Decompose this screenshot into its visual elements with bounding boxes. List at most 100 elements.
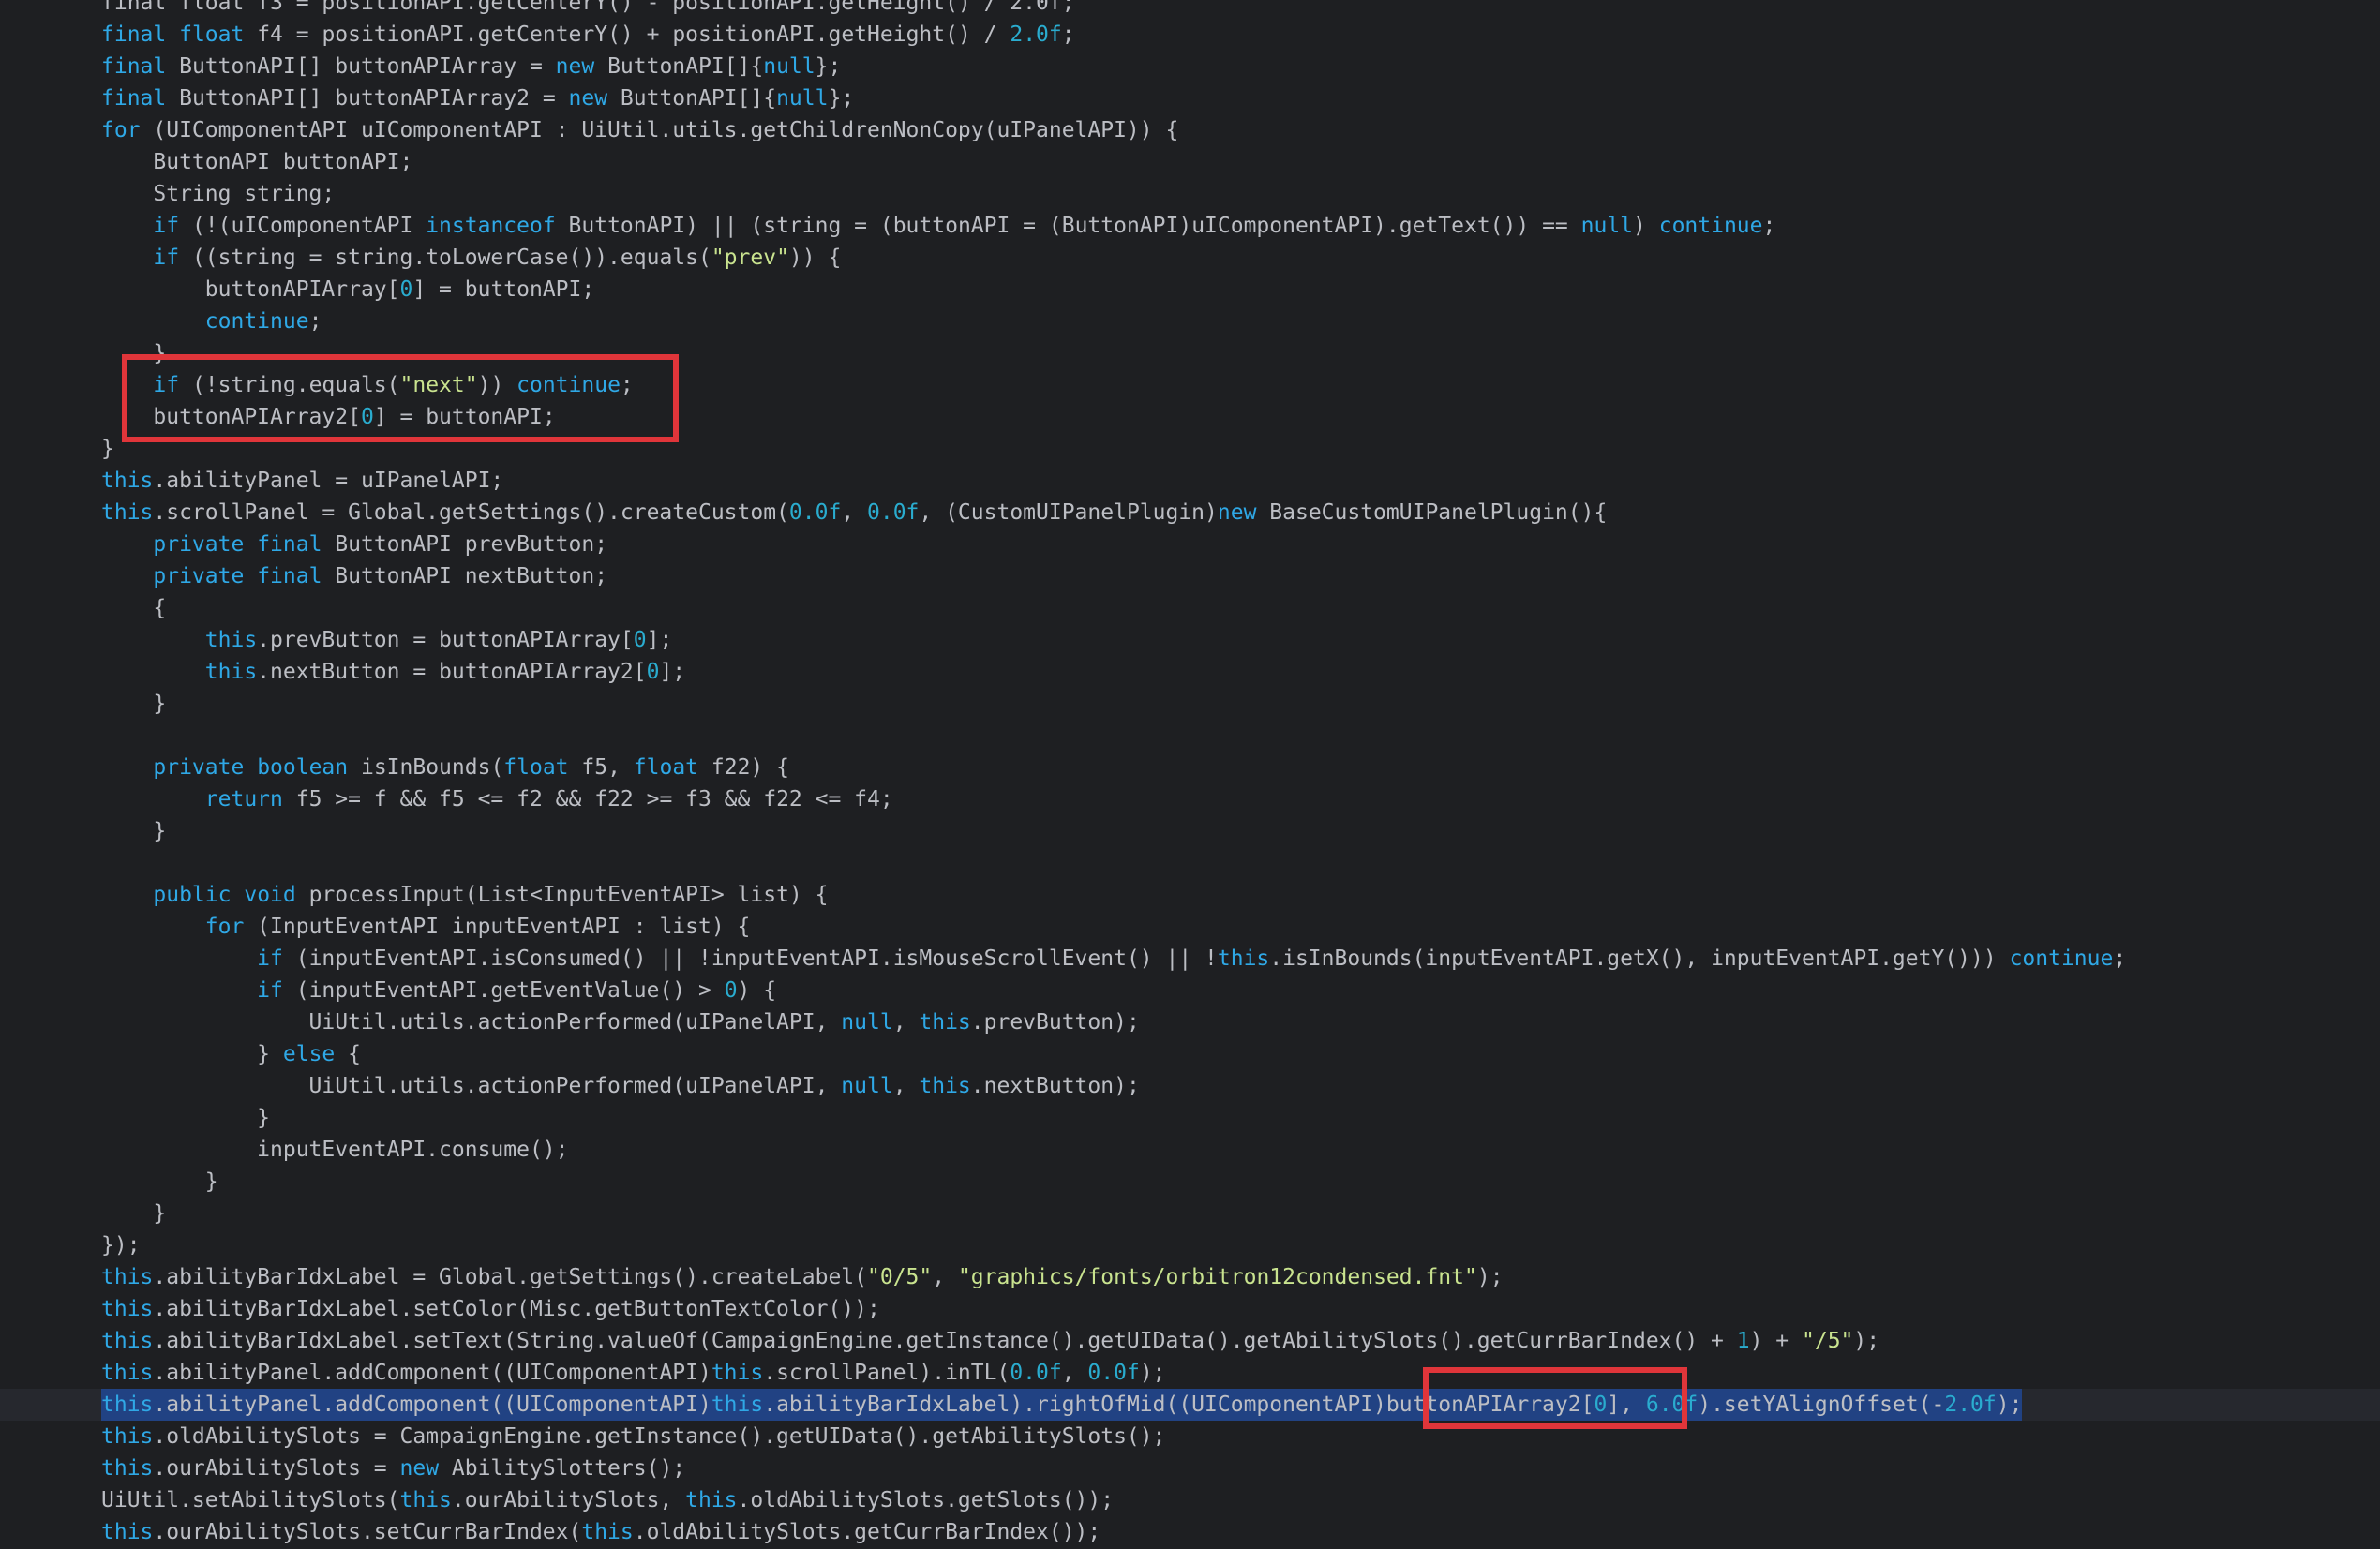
code-line[interactable]: final ButtonAPI[] buttonAPIArray = new B… [0, 51, 2380, 82]
code-line[interactable]: this.prevButton = buttonAPIArray[0]; [0, 624, 2380, 656]
code-line[interactable]: UiUtil.setAbilitySlots(this.ourAbilitySl… [0, 1484, 2380, 1516]
code-line[interactable]: } [0, 1198, 2380, 1229]
code-text: UiUtil.utils.actionPerformed(uIPanelAPI,… [101, 1006, 1140, 1038]
code-token: float [179, 22, 245, 47]
code-token: , [932, 1265, 958, 1289]
code-token: BaseCustomUIPanelPlugin(){ [1256, 500, 1608, 525]
code-line[interactable]: final ButtonAPI[] buttonAPIArray2 = new … [0, 82, 2380, 114]
code-token: } [101, 1042, 283, 1066]
code-line[interactable]: final float f3 = positionAPI.getCenterY(… [0, 0, 2380, 19]
code-line[interactable]: UiUtil.utils.actionPerformed(uIPanelAPI,… [0, 1070, 2380, 1102]
code-token: this [581, 1520, 634, 1544]
code-line[interactable]: continue; [0, 305, 2380, 337]
code-line[interactable]: if (!string.equals("next")) continue; [0, 369, 2380, 401]
code-token: "graphics/fonts/orbitron12condensed.fnt" [957, 1265, 1477, 1289]
code-token: void [244, 883, 296, 907]
code-token: this [101, 1393, 154, 1417]
code-token: .prevButton); [970, 1010, 1140, 1035]
code-line[interactable]: this.abilityBarIdxLabel.setText(String.v… [0, 1325, 2380, 1357]
code-line[interactable]: }); [0, 1229, 2380, 1261]
code-line[interactable]: this.scrollPanel = Global.getSettings().… [0, 497, 2380, 529]
code-token: .abilityBarIdxLabel.setColor(Misc.getBut… [153, 1297, 880, 1321]
code-token: final [257, 564, 322, 588]
code-text: final float f3 = positionAPI.getCenterY(… [101, 0, 1075, 19]
code-line[interactable]: { [0, 592, 2380, 624]
code-line[interactable]: UiUtil.utils.actionPerformed(uIPanelAPI,… [0, 1006, 2380, 1038]
code-token: 0 [360, 405, 374, 429]
code-token: f4 = positionAPI.getCenterY() + position… [244, 22, 1010, 47]
code-line[interactable]: inputEventAPI.consume(); [0, 1134, 2380, 1166]
code-token: ; [308, 309, 322, 334]
code-line[interactable]: final float f4 = positionAPI.getCenterY(… [0, 19, 2380, 51]
code-token: instanceof [426, 214, 556, 238]
code-line[interactable]: buttonAPIArray[0] = buttonAPI; [0, 274, 2380, 305]
code-token: .scrollPanel = Global.getSettings().crea… [153, 500, 789, 525]
code-text: if (inputEventAPI.getEventValue() > 0) { [101, 975, 776, 1006]
code-token: .abilityBarIdxLabel).rightOfMid((UICompo… [763, 1393, 1594, 1417]
code-token: new [1217, 500, 1257, 525]
code-token: final [101, 22, 167, 47]
code-line[interactable]: } [0, 1166, 2380, 1198]
code-line[interactable]: private boolean isInBounds(float f5, flo… [0, 752, 2380, 783]
code-token: 2.0f [1010, 22, 1062, 47]
code-line[interactable]: if ((string = string.toLowerCase()).equa… [0, 242, 2380, 274]
code-line[interactable]: this.abilityPanel.addComponent((UICompon… [0, 1389, 2380, 1421]
code-token: this [101, 500, 154, 525]
code-token: private [153, 532, 245, 557]
code-token: .nextButton = buttonAPIArray2[ [257, 660, 647, 684]
code-token: this [204, 660, 258, 684]
code-token: this [101, 1361, 154, 1385]
code-token: ; [1061, 22, 1075, 47]
code-line[interactable]: } [0, 688, 2380, 720]
code-line[interactable]: public void processInput(List<InputEvent… [0, 879, 2380, 911]
code-token: , [1061, 1361, 1088, 1385]
code-token: final [101, 54, 167, 79]
code-line[interactable]: this.nextButton = buttonAPIArray2[0]; [0, 656, 2380, 688]
code-line[interactable]: return f5 >= f && f5 <= f2 && f22 >= f3 … [0, 783, 2380, 815]
code-text: inputEventAPI.consume(); [101, 1134, 568, 1166]
code-line[interactable]: if (!(uIComponentAPI instanceof ButtonAP… [0, 210, 2380, 242]
code-line[interactable]: this.ourAbilitySlots = new AbilitySlotte… [0, 1452, 2380, 1484]
code-line[interactable]: private final ButtonAPI nextButton; [0, 560, 2380, 592]
code-token: null [1580, 214, 1634, 238]
code-token: if [153, 373, 180, 397]
code-line[interactable]: this.ourAbilitySlots.setCurrBarIndex(thi… [0, 1516, 2380, 1548]
code-editor[interactable]: final float f3 = positionAPI.getCenterY(… [0, 0, 2380, 1549]
code-line[interactable]: private final ButtonAPI prevButton; [0, 529, 2380, 560]
code-text: this.ourAbilitySlots = new AbilitySlotte… [101, 1452, 685, 1484]
code-line[interactable]: if (inputEventAPI.isConsumed() || !input… [0, 943, 2380, 975]
code-token: this [711, 1393, 764, 1417]
code-line[interactable] [0, 847, 2380, 879]
code-line[interactable]: this.abilityBarIdxLabel.setColor(Misc.ge… [0, 1293, 2380, 1325]
code-token: } [101, 341, 167, 365]
code-line[interactable]: for (InputEventAPI inputEventAPI : list)… [0, 911, 2380, 943]
code-line[interactable]: } [0, 433, 2380, 465]
code-line[interactable]: this.abilityBarIdxLabel = Global.getSett… [0, 1261, 2380, 1293]
code-text: private boolean isInBounds(float f5, flo… [101, 752, 789, 783]
code-line[interactable]: } [0, 1102, 2380, 1134]
code-line[interactable]: buttonAPIArray2[0] = buttonAPI; [0, 401, 2380, 433]
code-token: .isInBounds(inputEventAPI.getX(), inputE… [1269, 946, 2010, 971]
code-token: UiUtil.utils.actionPerformed(uIPanelAPI, [101, 1074, 842, 1098]
code-line[interactable]: if (inputEventAPI.getEventValue() > 0) { [0, 975, 2380, 1006]
code-token: ], [1607, 1393, 1646, 1417]
code-token: final [101, 86, 167, 111]
code-line[interactable]: String string; [0, 178, 2380, 210]
code-text: this.nextButton = buttonAPIArray2[0]; [101, 656, 685, 688]
code-token: ButtonAPI[] buttonAPIArray = [166, 54, 556, 79]
code-text: } [101, 337, 166, 369]
code-line[interactable]: this.abilityPanel.addComponent((UICompon… [0, 1357, 2380, 1389]
code-line[interactable]: for (UIComponentAPI uIComponentAPI : UiU… [0, 114, 2380, 146]
code-line[interactable]: this.oldAbilitySlots = CampaignEngine.ge… [0, 1421, 2380, 1452]
code-token: } [101, 1169, 218, 1194]
code-token: .abilityPanel.addComponent((UIComponentA… [153, 1393, 711, 1417]
code-line[interactable]: } [0, 815, 2380, 847]
code-line[interactable]: } else { [0, 1038, 2380, 1070]
code-line[interactable] [0, 720, 2380, 752]
code-line[interactable]: this.abilityPanel = uIPanelAPI; [0, 465, 2380, 497]
code-token: this [101, 1297, 154, 1321]
code-line[interactable]: ButtonAPI buttonAPI; [0, 146, 2380, 178]
code-line[interactable]: } [0, 337, 2380, 369]
